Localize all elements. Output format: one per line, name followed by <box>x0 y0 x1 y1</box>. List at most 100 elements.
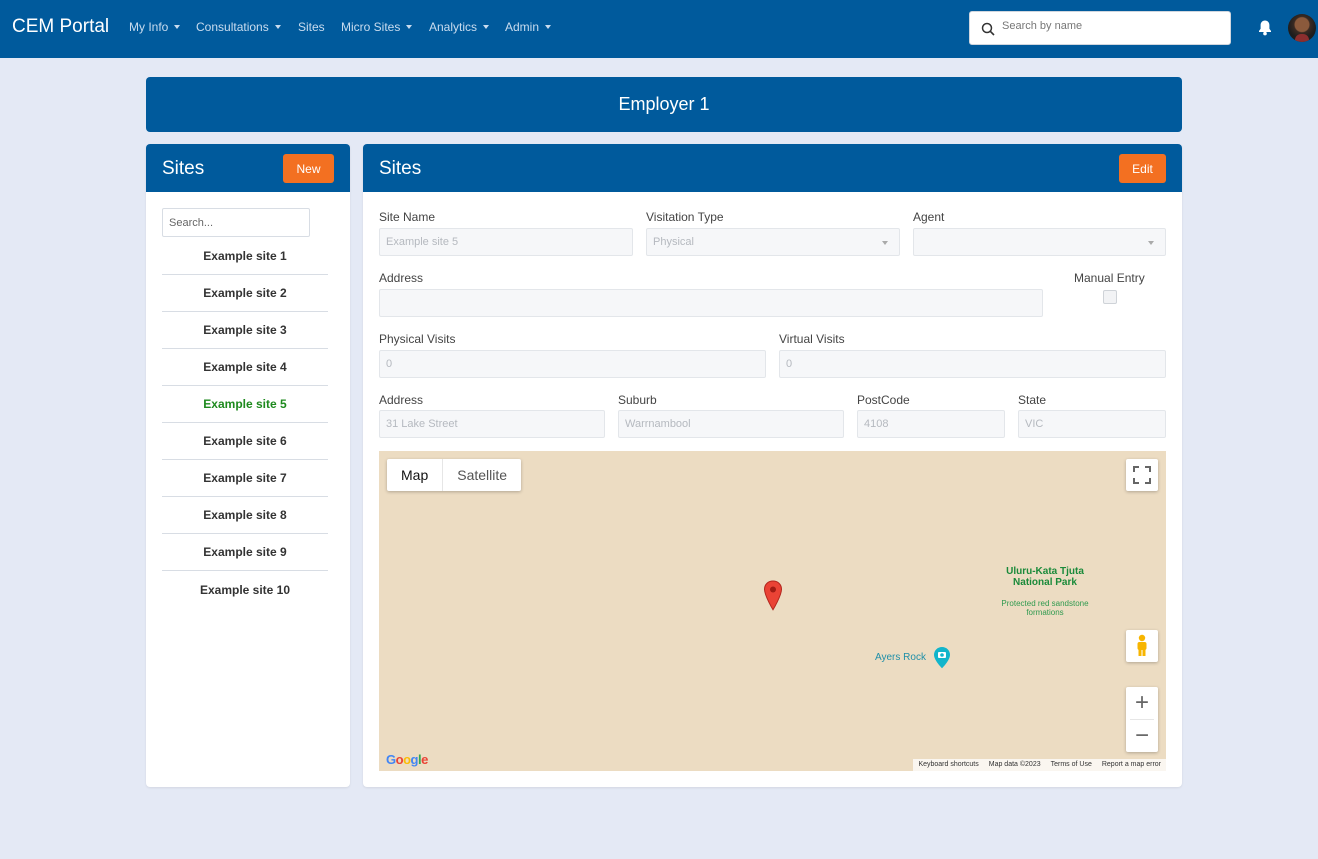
employer-banner: Employer 1 <box>146 77 1182 132</box>
agent-select[interactable] <box>913 228 1166 256</box>
chevron-down-icon <box>1148 241 1154 245</box>
address-full-field[interactable] <box>379 289 1043 317</box>
site-list-item-selected[interactable]: Example site 5 <box>162 386 328 423</box>
nav-consultations[interactable]: Consultations <box>196 20 281 34</box>
edit-button[interactable]: Edit <box>1119 154 1166 183</box>
site-name-label: Site Name <box>379 210 436 224</box>
street-view-pegman[interactable] <box>1126 630 1158 662</box>
global-search <box>969 11 1231 45</box>
site-list-item[interactable]: Example site 2 <box>162 275 328 312</box>
sites-list-header: Sites New <box>146 144 350 192</box>
site-detail-card: Sites Edit Site Name Example site 5 Visi… <box>363 144 1182 787</box>
map-attribution: Keyboard shortcuts Map data ©2023 Terms … <box>913 759 1166 771</box>
chevron-down-icon <box>274 25 281 29</box>
state-label: State <box>1018 393 1047 407</box>
site-list-item[interactable]: Example site 10 <box>162 571 328 608</box>
nav-my-info[interactable]: My Info <box>129 20 181 34</box>
site-list-item[interactable]: Example site 1 <box>162 238 328 275</box>
chevron-down-icon <box>483 25 490 29</box>
top-navbar: CEM Portal My Info Consultations Sites M… <box>0 0 1318 58</box>
state-field[interactable]: VIC <box>1018 410 1166 438</box>
terms-of-use-link[interactable]: Terms of Use <box>1046 759 1097 771</box>
site-detail-header: Sites Edit <box>363 144 1182 192</box>
agent-label: Agent <box>913 210 945 224</box>
map-tab-satellite[interactable]: Satellite <box>443 459 521 491</box>
manual-entry-checkbox[interactable] <box>1103 290 1117 304</box>
site-map[interactable]: Map Satellite + − Uluru-Kata Tjuta Natio… <box>379 451 1166 771</box>
search-icon <box>981 22 995 36</box>
visitation-type-value: Physical <box>653 236 694 248</box>
site-list-item[interactable]: Example site 3 <box>162 312 328 349</box>
search-input[interactable] <box>1002 20 1222 32</box>
suburb-label: Suburb <box>618 393 657 407</box>
fullscreen-icon <box>1133 466 1151 484</box>
physical-visits-field[interactable]: 0 <box>379 350 766 378</box>
nav-label: Micro Sites <box>341 20 401 34</box>
zoom-in-button[interactable]: + <box>1126 687 1158 719</box>
address-field[interactable]: 31 Lake Street <box>379 410 605 438</box>
map-type-toggle: Map Satellite <box>387 459 522 491</box>
chevron-down-icon <box>406 25 413 29</box>
physical-visits-value: 0 <box>386 358 393 370</box>
manual-entry-label: Manual Entry <box>1074 271 1145 285</box>
chevron-down-icon <box>882 241 888 245</box>
virtual-visits-field[interactable]: 0 <box>779 350 1166 378</box>
site-list: Example site 1 Example site 2 Example si… <box>162 238 328 608</box>
new-site-button[interactable]: New <box>283 154 334 183</box>
map-pin-icon[interactable] <box>763 580 783 611</box>
suburb-field[interactable]: Warrnambool <box>618 410 844 438</box>
nav-analytics[interactable]: Analytics <box>429 20 490 34</box>
site-list-item[interactable]: Example site 9 <box>162 534 328 571</box>
google-logo: Google <box>386 752 428 767</box>
sites-list-title: Sites <box>162 158 205 179</box>
park-description: Protected red sandstone formations <box>1001 599 1089 617</box>
zoom-out-button[interactable]: − <box>1126 720 1158 752</box>
physical-visits-label: Physical Visits <box>379 332 456 346</box>
address-value: 31 Lake Street <box>386 418 458 430</box>
pegman-icon <box>1137 634 1147 656</box>
zoom-controls: + − <box>1126 687 1158 752</box>
address-full-label: Address <box>379 271 424 285</box>
virtual-visits-label: Virtual Visits <box>779 332 845 346</box>
state-value: VIC <box>1025 418 1044 430</box>
report-map-error-link[interactable]: Report a map error <box>1097 759 1166 771</box>
nav-micro-sites[interactable]: Micro Sites <box>341 20 413 34</box>
virtual-visits-value: 0 <box>786 358 793 370</box>
nav-label: My Info <box>129 20 169 34</box>
bell-icon[interactable] <box>1257 19 1273 36</box>
site-list-item[interactable]: Example site 7 <box>162 460 328 497</box>
nav-admin[interactable]: Admin <box>505 20 552 34</box>
site-name-value: Example site 5 <box>386 236 459 248</box>
visitation-type-select[interactable]: Physical <box>646 228 900 256</box>
park-name-label: Uluru-Kata Tjuta National Park <box>1006 566 1084 588</box>
chevron-down-icon <box>545 25 552 29</box>
map-data-label: Map data ©2023 <box>988 761 1041 768</box>
camera-poi-icon[interactable] <box>933 646 951 669</box>
employer-title: Employer 1 <box>618 94 710 114</box>
map-tab-map[interactable]: Map <box>387 459 444 491</box>
postcode-label: PostCode <box>857 393 910 407</box>
site-detail-title: Sites <box>379 158 422 179</box>
postcode-field[interactable]: 4108 <box>857 410 1005 438</box>
fullscreen-button[interactable] <box>1126 459 1158 491</box>
nav-label: Analytics <box>429 20 478 34</box>
visitation-type-label: Visitation Type <box>646 210 724 224</box>
poi-label: Ayers Rock <box>875 652 926 663</box>
site-list-item[interactable]: Example site 8 <box>162 497 328 534</box>
sites-list-card: Sites New Example site 1 Example site 2 … <box>146 144 350 787</box>
nav-label: Consultations <box>196 20 269 34</box>
nav-sites[interactable]: Sites <box>298 20 325 34</box>
chevron-down-icon <box>174 25 181 29</box>
brand-logo[interactable]: CEM Portal <box>12 16 109 38</box>
site-name-field[interactable]: Example site 5 <box>379 228 633 256</box>
address-label: Address <box>379 393 424 407</box>
user-avatar[interactable] <box>1288 14 1316 42</box>
postcode-value: 4108 <box>864 418 889 430</box>
suburb-value: Warrnambool <box>625 418 691 430</box>
sites-search-input[interactable] <box>162 208 310 237</box>
site-list-item[interactable]: Example site 4 <box>162 349 328 386</box>
nav-label: Sites <box>298 20 325 34</box>
site-list-item[interactable]: Example site 6 <box>162 423 328 460</box>
keyboard-shortcuts-link[interactable]: Keyboard shortcuts <box>913 759 983 771</box>
nav-label: Admin <box>505 20 540 34</box>
